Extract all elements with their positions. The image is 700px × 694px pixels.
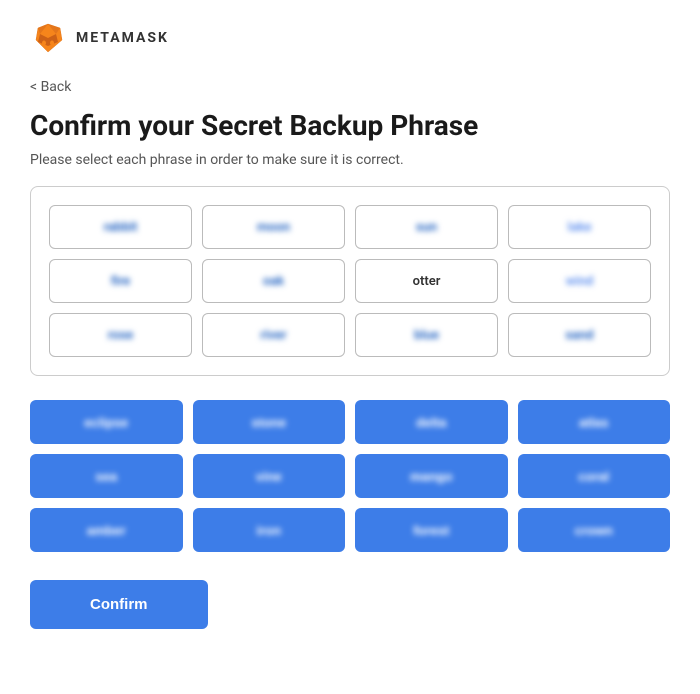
- back-button[interactable]: < Back: [30, 79, 71, 95]
- phrase-slot-word-9: rose: [108, 328, 134, 343]
- phrase-drop-zone: rabbit moon sun lake fire oak otter wind…: [30, 186, 670, 376]
- word-bank-btn-1[interactable]: eclipse: [30, 400, 183, 444]
- word-bank-word-4: atlas: [579, 415, 609, 430]
- phrase-slot-word-4: lake: [567, 220, 591, 235]
- confirm-button[interactable]: Confirm: [30, 580, 208, 629]
- word-bank-btn-9[interactable]: amber: [30, 508, 183, 552]
- word-bank-btn-12[interactable]: crown: [518, 508, 671, 552]
- word-bank-btn-10[interactable]: iron: [193, 508, 346, 552]
- word-bank-word-5: sea: [95, 469, 117, 484]
- word-bank-btn-8[interactable]: coral: [518, 454, 671, 498]
- word-bank-btn-3[interactable]: delta: [355, 400, 508, 444]
- phrase-slot-7[interactable]: otter: [355, 259, 498, 303]
- phrase-slot-word-1: rabbit: [104, 220, 138, 235]
- subtitle-text: Please select each phrase in order to ma…: [30, 152, 670, 168]
- app-header: METAMASK: [30, 20, 670, 56]
- phrase-slot-word-2: moon: [257, 220, 290, 235]
- phrase-slot-word-5: fire: [111, 274, 130, 289]
- word-bank-word-1: eclipse: [84, 415, 128, 430]
- word-bank-word-9: amber: [87, 523, 126, 538]
- phrase-slot-word-3: sun: [416, 220, 437, 235]
- phrase-slot-12[interactable]: sand: [508, 313, 651, 357]
- word-bank-word-11: forest: [413, 523, 449, 538]
- phrase-slot-4[interactable]: lake: [508, 205, 651, 249]
- phrase-slot-9[interactable]: rose: [49, 313, 192, 357]
- metamask-logo-icon: [30, 20, 66, 56]
- word-bank-btn-5[interactable]: sea: [30, 454, 183, 498]
- word-bank-btn-11[interactable]: forest: [355, 508, 508, 552]
- word-bank-btn-6[interactable]: vine: [193, 454, 346, 498]
- phrase-grid: rabbit moon sun lake fire oak otter wind…: [49, 205, 651, 357]
- word-bank-btn-4[interactable]: atlas: [518, 400, 671, 444]
- phrase-slot-3[interactable]: sun: [355, 205, 498, 249]
- word-bank-word-7: mango: [410, 469, 453, 484]
- phrase-slot-word-7: otter: [413, 274, 441, 289]
- phrase-slot-5[interactable]: fire: [49, 259, 192, 303]
- word-bank-word-3: delta: [416, 415, 446, 430]
- phrase-slot-2[interactable]: moon: [202, 205, 345, 249]
- phrase-slot-8[interactable]: wind: [508, 259, 651, 303]
- page-title: Confirm your Secret Backup Phrase: [30, 109, 670, 142]
- word-bank-btn-2[interactable]: stone: [193, 400, 346, 444]
- phrase-slot-11[interactable]: blue: [355, 313, 498, 357]
- phrase-slot-word-11: blue: [414, 328, 439, 343]
- logo-text: METAMASK: [76, 30, 169, 46]
- phrase-slot-word-12: sand: [565, 328, 593, 343]
- phrase-slot-word-6: oak: [263, 274, 284, 289]
- phrase-slot-word-10: river: [260, 328, 286, 343]
- word-bank: eclipse stone delta atlas sea vine mango…: [30, 400, 670, 552]
- word-bank-word-12: crown: [575, 523, 613, 538]
- word-bank-word-8: coral: [578, 469, 609, 484]
- word-bank-word-2: stone: [251, 415, 286, 430]
- phrase-slot-1[interactable]: rabbit: [49, 205, 192, 249]
- word-bank-word-10: iron: [256, 523, 281, 538]
- phrase-slot-6[interactable]: oak: [202, 259, 345, 303]
- word-bank-btn-7[interactable]: mango: [355, 454, 508, 498]
- word-bank-word-6: vine: [256, 469, 282, 484]
- phrase-slot-word-8: wind: [566, 274, 594, 289]
- phrase-slot-10[interactable]: river: [202, 313, 345, 357]
